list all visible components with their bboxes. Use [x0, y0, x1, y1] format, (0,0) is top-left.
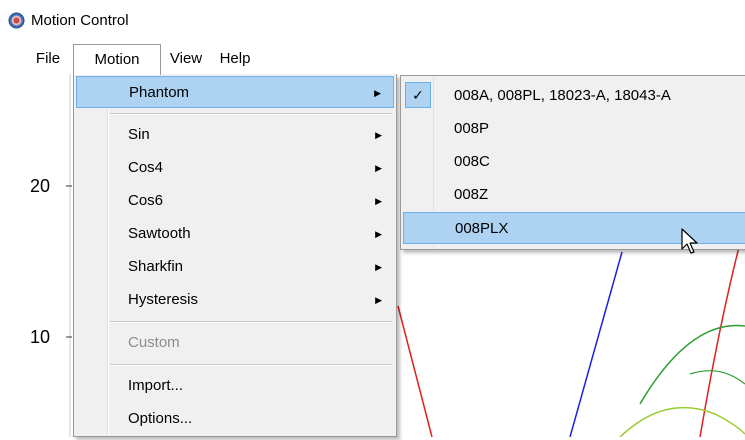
menu-file[interactable]: File	[28, 44, 68, 74]
menu-bar: File Motion View Help	[0, 44, 745, 75]
submenu-item-008z[interactable]: 008Z	[403, 179, 745, 211]
menu-separator	[110, 113, 392, 115]
menu-item-label: Phantom	[129, 84, 190, 101]
submenu-arrow-icon: ▶	[375, 262, 382, 272]
menu-item-phantom[interactable]: Phantom ▶	[76, 76, 394, 108]
submenu-item-label: 008P	[454, 120, 490, 137]
title-bar: Motion Control	[0, 0, 745, 42]
y-tick-label-10: 10	[30, 327, 51, 347]
menu-item-label: Import...	[128, 377, 184, 394]
submenu-item-008c[interactable]: 008C	[403, 146, 745, 178]
menu-item-sawtooth[interactable]: Sawtooth ▶	[76, 218, 394, 250]
submenu-arrow-icon: ▶	[375, 295, 382, 305]
submenu-arrow-icon: ▶	[375, 196, 382, 206]
submenu-item-008a[interactable]: ✓ 008A, 008PL, 18023-A, 18043-A	[403, 80, 745, 112]
menu-view[interactable]: View	[163, 44, 209, 74]
submenu-item-label: 008PLX	[455, 220, 509, 237]
red-series-line	[397, 305, 433, 438]
menu-item-sin[interactable]: Sin ▶	[76, 119, 394, 151]
menu-item-import[interactable]: Import...	[76, 370, 394, 402]
check-icon: ✓	[405, 82, 431, 108]
submenu-item-label: 008Z	[454, 186, 489, 203]
menu-item-custom: Custom	[76, 327, 394, 359]
y-tick-label-20: 20	[30, 176, 51, 196]
red-series-line	[699, 223, 745, 438]
menu-item-label: Custom	[128, 334, 180, 351]
menu-item-label: Options...	[128, 410, 193, 427]
lightgreen-series-line	[619, 407, 745, 438]
mouse-cursor-icon	[681, 228, 698, 254]
green-series-line	[689, 370, 745, 385]
blue-series-line	[569, 251, 623, 438]
app-icon	[8, 12, 25, 29]
submenu-arrow-icon: ▶	[375, 229, 382, 239]
submenu-item-label: 008C	[454, 153, 490, 170]
green-series-line	[639, 324, 745, 405]
menu-item-options[interactable]: Options...	[76, 403, 394, 435]
menu-item-sharkfin[interactable]: Sharkfin ▶	[76, 251, 394, 283]
submenu-arrow-icon: ▶	[375, 130, 382, 140]
menu-item-label: Sawtooth	[128, 225, 191, 242]
submenu-item-label: 008A, 008PL, 18023-A, 18043-A	[454, 87, 671, 104]
menu-item-label: Sin	[128, 126, 150, 143]
menu-item-label: Cos6	[128, 192, 164, 209]
menu-item-cos6[interactable]: Cos6 ▶	[76, 185, 394, 217]
menu-item-cos4[interactable]: Cos4 ▶	[76, 152, 394, 184]
submenu-arrow-icon: ▶	[375, 163, 382, 173]
menu-help[interactable]: Help	[211, 44, 259, 74]
window-title: Motion Control	[31, 12, 129, 29]
menu-item-label: Cos4	[128, 159, 164, 176]
menu-motion[interactable]: Motion	[73, 44, 161, 75]
phantom-submenu: ✓ 008A, 008PL, 18023-A, 18043-A 008P 008…	[400, 75, 745, 250]
menu-item-label: Hysteresis	[128, 291, 199, 308]
submenu-item-008p[interactable]: 008P	[403, 113, 745, 145]
menu-item-label: Sharkfin	[128, 258, 184, 275]
menu-item-hysteresis[interactable]: Hysteresis ▶	[76, 284, 394, 316]
menu-separator	[110, 321, 392, 323]
menu-separator	[110, 364, 392, 366]
motion-dropdown: Phantom ▶ Sin ▶ Cos4 ▶ Cos6 ▶ Sawtooth ▶…	[73, 74, 397, 437]
submenu-arrow-icon: ▶	[374, 88, 381, 98]
